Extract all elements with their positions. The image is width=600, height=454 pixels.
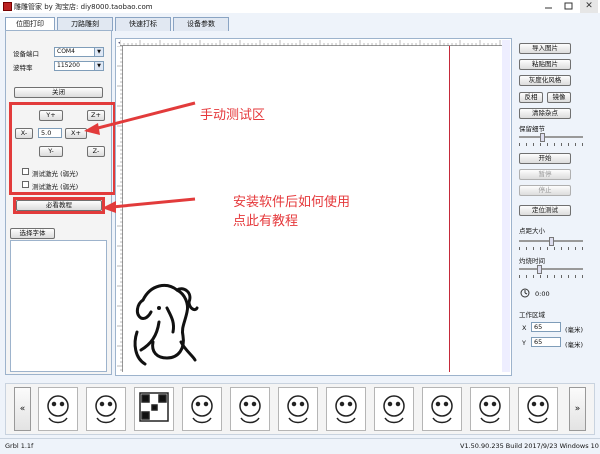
- laser-low-label: 测试激光 (弱光): [32, 170, 79, 178]
- middle-finger-thumbnail[interactable]: [422, 387, 462, 431]
- step-input[interactable]: 5.0: [38, 128, 62, 138]
- arrow-head-icon: [84, 123, 100, 135]
- gallery-prev-button[interactable]: «: [14, 387, 31, 431]
- minimize-button[interactable]: [540, 0, 558, 13]
- laser-high-checkbox[interactable]: [22, 181, 29, 188]
- horse-thumbnail[interactable]: [86, 387, 126, 431]
- paste-image-button[interactable]: 粘贴图片: [519, 59, 571, 70]
- clock-icon: [520, 288, 530, 298]
- gallery-next-button[interactable]: »: [569, 387, 586, 431]
- work-area-label: 工作区域: [519, 311, 545, 319]
- invert-button[interactable]: 反相: [519, 92, 543, 103]
- title-bar: 雕雕管家 by 淘宝店: diy8000.taobao.com ✕: [0, 0, 600, 13]
- bear-thumbnail[interactable]: [182, 387, 222, 431]
- tab-path-engrave[interactable]: 刀路雕刻: [57, 17, 113, 31]
- spot-size-slider[interactable]: [519, 237, 583, 250]
- x-label: X: [522, 324, 527, 332]
- laser-low-checkbox[interactable]: [22, 168, 29, 175]
- grayscale-button[interactable]: 灰度化风格: [519, 75, 571, 86]
- chevron-down-icon: ▼: [94, 48, 103, 56]
- slider-thumb[interactable]: [548, 237, 554, 246]
- slider-thumb[interactable]: [539, 133, 545, 142]
- tutorial-annotation-line2: 点此有教程: [233, 214, 299, 229]
- port-label: 设备端口: [13, 50, 39, 58]
- maximize-button[interactable]: [560, 0, 578, 13]
- y-label: Y: [522, 339, 526, 347]
- y-plus-button[interactable]: Y+: [39, 110, 63, 121]
- start-button[interactable]: 开始: [519, 153, 571, 164]
- qr-code-thumbnail[interactable]: [134, 387, 174, 431]
- detail-slider[interactable]: [519, 133, 583, 146]
- select-font-button[interactable]: 选择字体: [10, 228, 55, 239]
- maximize-icon: [564, 2, 573, 10]
- app-icon: [3, 2, 12, 11]
- position-test-button[interactable]: 定位测试: [519, 205, 571, 216]
- pause-button[interactable]: 暂停: [519, 169, 571, 180]
- cow-thumbnail[interactable]: [518, 387, 558, 431]
- bee-thumbnail[interactable]: [278, 387, 318, 431]
- chevron-down-icon: ▼: [94, 62, 103, 70]
- timer-text: 0:00: [535, 290, 550, 298]
- burn-time-label: 灼烧时间: [519, 257, 545, 265]
- flower-thumbnail[interactable]: [374, 387, 414, 431]
- minimize-icon: [545, 7, 552, 9]
- work-boundary-line: [449, 46, 450, 372]
- sheep-thumbnail[interactable]: [326, 387, 366, 431]
- port-value: COM4: [57, 48, 75, 55]
- annotation-arrows: [84, 101, 196, 213]
- baud-value: 115200: [57, 62, 80, 69]
- arrow-head-icon: [102, 201, 116, 213]
- tab-device-params[interactable]: 设备参数: [173, 17, 229, 31]
- window-title: 雕雕管家 by 淘宝店: diy8000.taobao.com: [14, 3, 153, 11]
- y-minus-button[interactable]: Y-: [39, 146, 63, 157]
- slider-thumb[interactable]: [536, 265, 542, 274]
- manual-test-annotation: 手动测试区: [200, 108, 266, 123]
- font-text-area[interactable]: [10, 240, 107, 372]
- baud-label: 波特率: [13, 64, 33, 72]
- work-area-x-input[interactable]: 65: [531, 322, 561, 332]
- x-unit: (毫米): [565, 326, 584, 334]
- status-bar: Grbl 1.1f V1.50.90.235 Build 2017/9/23 W…: [0, 438, 600, 454]
- firmware-version: Grbl 1.1f: [5, 442, 34, 450]
- fist-thumbnail[interactable]: [470, 387, 510, 431]
- x-minus-button[interactable]: X-: [15, 128, 33, 139]
- girl-thumbnail[interactable]: [230, 387, 270, 431]
- baud-select[interactable]: 115200 ▼: [54, 61, 104, 71]
- spot-size-label: 点距大小: [519, 227, 545, 235]
- detail-label: 保留细节: [519, 125, 545, 133]
- duck-thumbnail[interactable]: [38, 387, 78, 431]
- vertical-scrollbar[interactable]: [502, 40, 510, 372]
- app-version: V1.50.90.235 Build 2017/9/23 Windows 10: [460, 442, 599, 450]
- import-image-button[interactable]: 导入图片: [519, 43, 571, 54]
- burn-time-slider[interactable]: [519, 265, 583, 278]
- y-unit: (毫米): [565, 341, 584, 349]
- mirror-button[interactable]: 镜像: [547, 92, 571, 103]
- tutorial-annotation-line1: 安装软件后如何使用: [233, 195, 351, 210]
- clear-noise-button[interactable]: 清除杂点: [519, 108, 571, 119]
- laser-high-label: 测试激光 (弱光): [32, 183, 79, 191]
- port-select[interactable]: COM4 ▼: [54, 47, 104, 57]
- stop-button[interactable]: 停止: [519, 185, 571, 196]
- close-button[interactable]: ✕: [580, 0, 598, 13]
- work-area-y-input[interactable]: 65: [531, 337, 561, 347]
- tab-quick-mark[interactable]: 快速打标: [115, 17, 171, 31]
